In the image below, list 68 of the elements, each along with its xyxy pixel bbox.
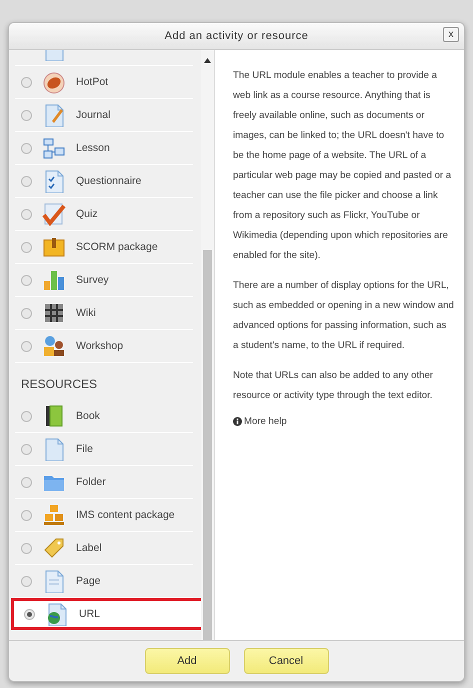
item-label: Journal (76, 109, 110, 121)
ball-icon (42, 70, 66, 94)
radio-button[interactable] (21, 576, 32, 586)
list-item[interactable]: Lesson (15, 132, 193, 165)
radio-button[interactable] (21, 176, 32, 186)
dialog-button[interactable]: Cancel (244, 648, 328, 674)
help-paragraph: The URL module enables a teacher to provide a web link as a course resource. Anything that is freely available online, such as documents or images, can be linked to; the URL doesn't have to be the home page of a website. The URL of a particular web page may be copied and pasted or a teacher can use the file picker and choose a link from a repository such as Flickr, YouTube or Wikimedia (depending upon which repositories are enabled for the site). (233, 69, 452, 263)
item-label: File (76, 443, 93, 455)
dialog-title: Add an activity or resource (164, 30, 308, 42)
item-label: Lesson (76, 142, 110, 154)
item-label: HotPot (76, 76, 108, 88)
tag-icon (42, 536, 66, 560)
radio-button[interactable] (21, 444, 32, 454)
radio-button[interactable] (21, 208, 32, 220)
radio-button[interactable] (21, 274, 32, 286)
help-paragraph: Note that URLs can also be added to any other resource or activity type through the text editor. (233, 369, 434, 403)
list-item[interactable]: Book (15, 400, 193, 433)
item-label: SCORM package (76, 241, 158, 253)
list-item[interactable]: IMS content package (15, 499, 193, 532)
item-label: IMS content package (76, 509, 175, 521)
list-item[interactable]: Workshop (15, 330, 193, 363)
dialog-button[interactable]: Add (144, 648, 230, 674)
item-label: Workshop (76, 340, 124, 352)
radio-button[interactable] (21, 476, 32, 488)
radio-button[interactable] (21, 340, 32, 352)
radio-button[interactable] (21, 242, 32, 252)
list-item[interactable]: Wiki (15, 297, 193, 330)
boxes-icon (42, 136, 66, 160)
radio-button[interactable] (21, 542, 32, 554)
section-heading: RESOURCES (20, 376, 98, 393)
item-label: Questionnaire (76, 175, 142, 187)
radio-button[interactable] (21, 110, 32, 120)
list-item[interactable]: SCORM package (15, 231, 193, 264)
item-label: Label (76, 542, 102, 554)
item-label: Quiz (76, 208, 98, 220)
radio-button[interactable] (21, 142, 32, 154)
list-item[interactable]: Journal (15, 99, 193, 132)
scrollbar[interactable] (201, 50, 215, 640)
list-item[interactable]: Quiz (15, 198, 193, 231)
close-button[interactable]: x (443, 27, 459, 42)
radio-button[interactable] (24, 608, 35, 620)
radio-button[interactable] (21, 410, 32, 422)
boxes-icon (42, 503, 66, 527)
list-item[interactable]: Survey (15, 264, 193, 297)
list-item[interactable]: Folder (15, 466, 193, 499)
radio-button[interactable] (21, 76, 32, 88)
item-label: URL (79, 608, 100, 620)
more-help-link[interactable]: More help (233, 416, 287, 427)
item-label: Book (76, 410, 100, 422)
bar-chart-icon (42, 268, 66, 292)
checkmark-icon (42, 202, 66, 226)
item-label: Page (76, 575, 101, 587)
box-icon (42, 235, 66, 259)
list-item[interactable]: File (15, 433, 193, 466)
list-item[interactable]: HotPot (15, 66, 193, 99)
people-icon (42, 334, 66, 358)
item-label: Folder (76, 476, 106, 488)
item-label: Wiki (76, 307, 96, 319)
info-icon (233, 417, 242, 426)
list-item[interactable]: URL (11, 598, 201, 630)
radio-button[interactable] (21, 510, 32, 520)
globe-document-icon (45, 602, 69, 626)
radio-button[interactable] (21, 308, 32, 318)
list-item[interactable]: Questionnaire (15, 165, 193, 198)
list-item[interactable]: Label (15, 532, 193, 565)
scroll-up-icon[interactable] (204, 58, 211, 63)
item-label: Survey (76, 274, 109, 286)
help-paragraph: There are a number of display options for the URL, such as embedded or opening in a new window and advanced options for passing information, such as a student's name, to the URL if required. (233, 279, 454, 353)
